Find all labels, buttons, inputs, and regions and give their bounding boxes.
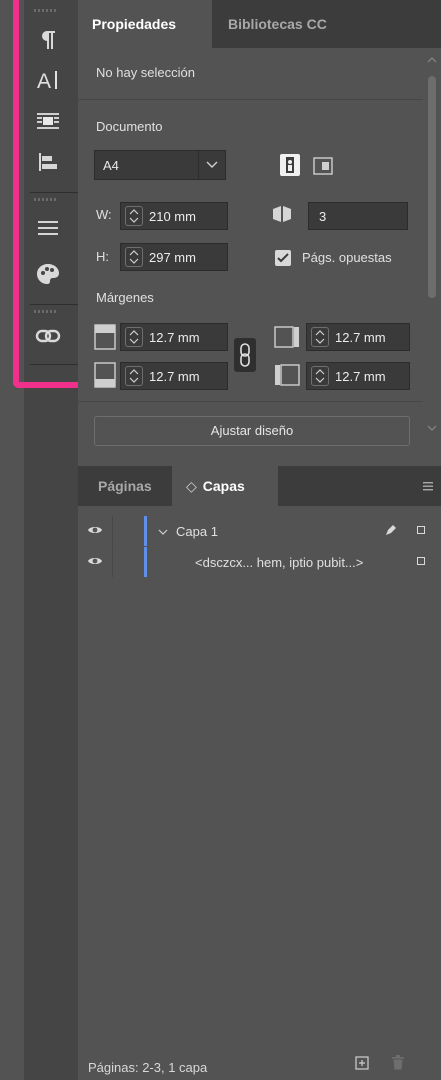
paragraph-icon[interactable] (30, 22, 66, 58)
align-icon[interactable] (30, 144, 66, 180)
character-icon[interactable]: A (30, 62, 66, 98)
width-label: W: (96, 207, 112, 222)
pages-count-field[interactable]: 3 (308, 202, 408, 230)
width-stepper[interactable] (125, 206, 143, 226)
swatches-icon[interactable] (30, 256, 66, 292)
margin-top-field[interactable]: 12.7 mm (120, 323, 228, 351)
toolbar-grip[interactable] (34, 198, 58, 201)
no-selection-text: No hay selección (96, 65, 195, 80)
margin-inside-value: 12.7 mm (335, 369, 386, 384)
link-margins-icon[interactable] (234, 338, 256, 372)
margin-outside-icon (274, 324, 300, 350)
facing-pages-checkbox[interactable] (275, 250, 291, 266)
stroke-icon[interactable] (30, 210, 66, 246)
adjust-layout-button[interactable]: Ajustar diseño (94, 416, 410, 446)
portrait-orientation-icon[interactable] (279, 153, 301, 177)
tab-pages[interactable]: Páginas (98, 466, 152, 506)
height-stepper[interactable] (125, 247, 143, 267)
trash-icon[interactable] (391, 1055, 405, 1071)
margin-bottom-stepper[interactable] (125, 366, 143, 386)
properties-panel: Propiedades Bibliotecas CC No hay selecc… (78, 0, 441, 1080)
svg-text:A: A (37, 70, 51, 92)
margin-outside-field[interactable]: 12.7 mm (306, 323, 410, 351)
margin-top-stepper[interactable] (125, 327, 143, 347)
margin-outside-value: 12.7 mm (335, 330, 386, 345)
footer-status: Páginas: 2-3, 1 capa (88, 1060, 208, 1075)
properties-scrollbar[interactable] (426, 54, 438, 434)
layer-color-bar (144, 516, 147, 546)
margin-inside-field[interactable]: 12.7 mm (306, 362, 410, 390)
margin-bottom-icon (94, 362, 116, 388)
new-layer-icon[interactable] (355, 1056, 369, 1070)
layers-tab-label: Capas (202, 478, 245, 494)
tab-properties[interactable]: Propiedades (78, 0, 212, 48)
page-size-value: A4 (103, 158, 119, 173)
layer-select-square[interactable] (417, 526, 425, 534)
scrollbar-thumb[interactable] (428, 76, 436, 298)
height-value: 297 mm (149, 250, 196, 265)
layer-item-name: <dsczcx... hem, iptio pubit...> (195, 555, 364, 570)
margins-heading: Márgenes (96, 290, 154, 305)
tab-layers[interactable]: ◇ Capas (172, 466, 278, 506)
pen-icon (384, 523, 398, 537)
links-icon[interactable] (30, 318, 66, 354)
height-label: H: (96, 249, 109, 264)
margin-bottom-value: 12.7 mm (149, 369, 200, 384)
margin-top-icon (94, 324, 116, 350)
left-edge (0, 0, 24, 1080)
facing-pages-label: Págs. opuestas (302, 250, 392, 265)
toolbar-grip[interactable] (34, 310, 58, 313)
margin-outside-stepper[interactable] (311, 327, 329, 347)
tab-cc-libraries[interactable]: Bibliotecas CC (228, 0, 327, 48)
toolbar-grip[interactable] (34, 9, 58, 12)
divider (78, 401, 423, 402)
eye-icon[interactable] (87, 524, 103, 536)
layer-name: Capa 1 (176, 524, 218, 539)
text-wrap-icon[interactable] (30, 104, 66, 140)
layer-row[interactable]: Capa 1 (78, 516, 441, 546)
column-divider (112, 547, 113, 577)
pages-icon (271, 203, 293, 225)
layer-select-square[interactable] (417, 557, 425, 565)
margin-inside-stepper[interactable] (311, 366, 329, 386)
column-divider (112, 516, 113, 546)
margin-inside-icon (274, 362, 300, 388)
layer-color-bar (144, 547, 147, 577)
landscape-orientation-icon[interactable] (313, 156, 333, 176)
pages-count-value: 3 (319, 209, 327, 224)
page-size-select[interactable]: A4 (94, 150, 226, 180)
width-value: 210 mm (149, 209, 196, 224)
panel-menu-icon[interactable] (422, 480, 434, 492)
eye-icon[interactable] (87, 555, 103, 567)
footer: Páginas: 2-3, 1 capa (78, 1052, 441, 1080)
margin-top-value: 12.7 mm (149, 330, 200, 345)
chevron-down-icon (198, 151, 225, 179)
layers-tab-prefix: ◇ (186, 478, 197, 494)
width-field[interactable]: 210 mm (120, 202, 228, 230)
margin-bottom-field[interactable]: 12.7 mm (120, 362, 228, 390)
document-heading: Documento (96, 119, 163, 134)
height-field[interactable]: 297 mm (120, 243, 228, 271)
divider (78, 99, 423, 100)
layer-row[interactable]: <dsczcx... hem, iptio pubit...> (78, 547, 441, 577)
chevron-down-icon[interactable] (158, 525, 168, 535)
